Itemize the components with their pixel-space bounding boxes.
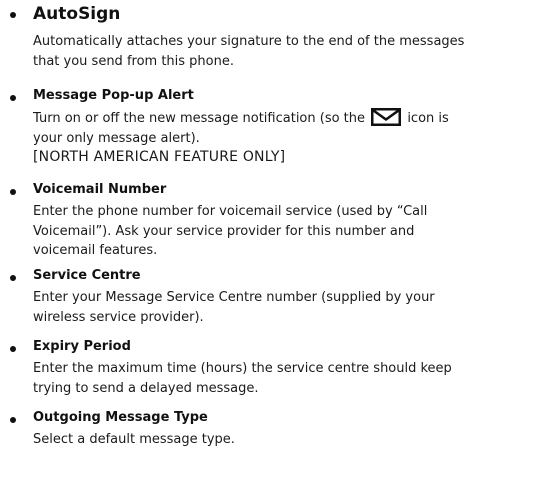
bullet <box>10 417 16 423</box>
description-line: voicemail features. <box>33 243 158 258</box>
bullet <box>10 346 16 352</box>
description-text: icon is <box>407 111 449 126</box>
item-description: Enter the maximum time (hours) the servi… <box>33 359 549 398</box>
bullet <box>10 12 16 18</box>
bullet <box>10 189 16 195</box>
bullet <box>10 95 16 101</box>
description-line: Select a default message type. <box>33 432 235 447</box>
description-line: wireless service provider). <box>33 309 204 325</box>
description-line: Enter the maximum time (hours) the servi… <box>33 361 452 376</box>
item-description: Turn on or off the new message notificat… <box>33 108 549 148</box>
item-title: AutoSign <box>33 4 121 24</box>
description-text: Turn on or off the new message notificat… <box>33 111 366 126</box>
description-line: Voicemail”). Ask your service provider f… <box>33 223 415 239</box>
description-line: your only message alert). <box>33 130 200 146</box>
envelope-icon <box>371 108 402 126</box>
regional-note: [NORTH AMERICAN FEATURE ONLY] <box>33 149 286 165</box>
description-line: trying to send a delayed message. <box>33 380 259 396</box>
bullet <box>10 275 16 281</box>
description-line: Turn on or off the new message notificat… <box>33 108 549 129</box>
item-description: Select a default message type. <box>33 430 549 450</box>
item-title: Outgoing Message Type <box>33 410 208 425</box>
item-description: Automatically attaches your signature to… <box>33 32 549 71</box>
description-line: Automatically attaches your signature to… <box>33 34 465 49</box>
description-line: Enter the phone number for voicemail ser… <box>33 204 428 219</box>
item-title: Expiry Period <box>33 339 131 354</box>
item-title: Message Pop-up Alert <box>33 88 194 103</box>
description-line: that you send from this phone. <box>33 53 234 69</box>
item-title: Voicemail Number <box>33 182 167 197</box>
description-line: Enter your Message Service Centre number… <box>33 290 435 305</box>
item-description: Enter your Message Service Centre number… <box>33 288 549 327</box>
item-description: Enter the phone number for voicemail ser… <box>33 202 549 261</box>
item-title: Service Centre <box>33 268 141 283</box>
